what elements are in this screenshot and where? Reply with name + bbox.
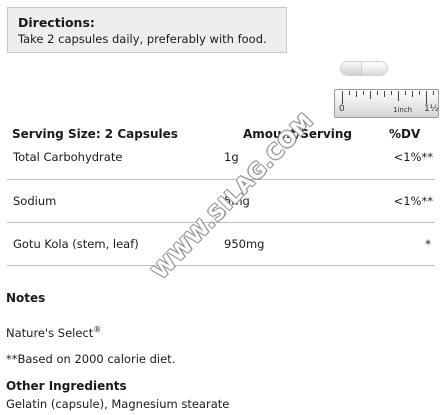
notes-footnote: **Based on 2000 calorie diet. <box>6 352 176 366</box>
notes-brand: Nature's Select® <box>6 325 101 340</box>
nutrient-amount: 1g <box>224 150 239 164</box>
directions-text: Take 2 capsules daily, preferably with f… <box>18 32 267 46</box>
nutrient-name: Sodium <box>13 194 57 208</box>
supplement-facts-table: Serving Size: 2 Capsules Amount/Serving … <box>7 123 435 266</box>
nutrient-dv: * <box>425 237 431 251</box>
directions-box: Directions: Take 2 capsules daily, prefe… <box>7 7 287 53</box>
capsule-image <box>340 61 388 76</box>
registered-mark: ® <box>93 325 102 334</box>
serving-size-header: Serving Size: 2 Capsules <box>12 127 178 141</box>
nutrient-amount: 5mg <box>224 194 250 208</box>
size-ruler: 0 1inch 1½ <box>334 89 439 118</box>
facts-row: Gotu Kola (stem, leaf) 950mg * <box>7 223 435 266</box>
facts-row: Sodium 5mg <1%** <box>7 180 435 223</box>
brand-name: Nature's Select <box>6 325 94 340</box>
nutrient-name: Total Carbohydrate <box>13 150 123 164</box>
nutrient-dv: <1%** <box>393 194 433 208</box>
dv-header: %DV <box>389 127 421 141</box>
nutrient-amount: 950mg <box>224 237 265 251</box>
nutrient-name: Gotu Kola (stem, leaf) <box>13 237 139 251</box>
other-ingredients-title: Other Ingredients <box>6 379 127 393</box>
ruler-label-zero: 0 <box>339 104 345 114</box>
other-ingredients-text: Gelatin (capsule), Magnesium stearate <box>6 397 230 411</box>
facts-header-row: Serving Size: 2 Capsules Amount/Serving … <box>7 123 435 143</box>
directions-title: Directions: <box>18 15 95 30</box>
facts-row: Total Carbohydrate 1g <1%** <box>7 143 435 180</box>
ruler-label-inch: 1inch <box>393 106 413 114</box>
notes-title: Notes <box>6 291 46 305</box>
nutrient-dv: <1%** <box>393 150 433 164</box>
amount-header: Amount/Serving <box>243 127 353 141</box>
ruler-label-half: 1½ <box>424 104 439 114</box>
